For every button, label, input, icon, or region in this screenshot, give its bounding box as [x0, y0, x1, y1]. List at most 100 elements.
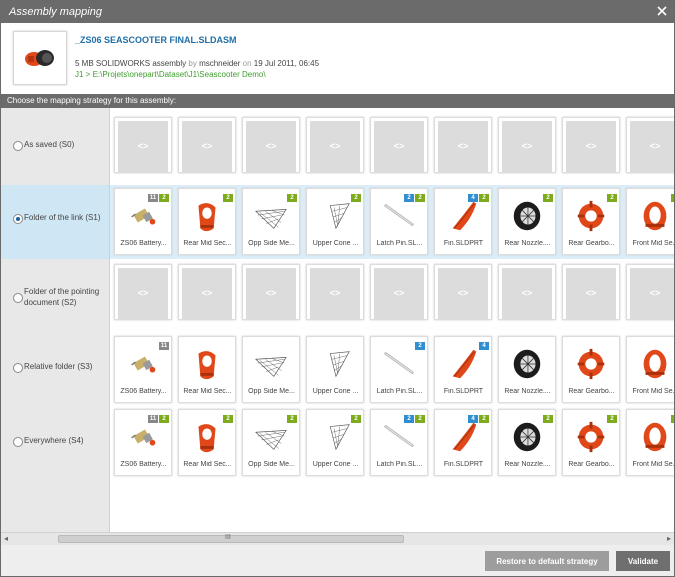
part-card[interactable]: 2 Rear Nozzle.... — [498, 188, 556, 255]
seascooter-assembly-icon — [25, 50, 54, 66]
placeholder-card[interactable]: <> — [626, 264, 674, 320]
part-card[interactable]: 2 Rear Mid Sec... — [178, 409, 236, 476]
rear-mid-section-part-icon — [198, 203, 216, 232]
version-badges: 2 — [350, 191, 361, 202]
part-name: Rear Nozzle.... — [504, 240, 551, 247]
placeholder-card[interactable]: <> — [242, 264, 300, 320]
blue-count-badge: 4 — [468, 194, 478, 202]
grey-count-badge: 11 — [148, 415, 158, 423]
strategy-option-label: As saved (S0) — [24, 140, 75, 149]
part-card[interactable]: Rear Nozzle.... — [498, 336, 556, 403]
part-card[interactable]: 2 Upper Cone ... — [306, 188, 364, 255]
pin-part-icon — [384, 204, 414, 226]
strategy-option-s3[interactable]: Relative folder (S3) — [1, 336, 109, 410]
scroll-right-icon[interactable]: ▸ — [667, 534, 671, 543]
placeholder-glyph: <> — [329, 288, 341, 298]
version-badges: 42 — [467, 412, 489, 423]
restore-default-strategy-button[interactable]: Restore to default strategy — [485, 551, 609, 571]
part-card[interactable]: 4 2 Fin.SLDPRT — [434, 188, 492, 255]
validate-button[interactable]: Validate — [616, 551, 670, 571]
placeholder-card[interactable]: <> — [178, 264, 236, 320]
assembly-path[interactable]: J1 > E:\Projets\onepart\Dataset\J1\Seasc… — [75, 70, 266, 79]
placeholder-card[interactable]: <> — [370, 264, 428, 320]
close-icon[interactable] — [654, 3, 670, 19]
blue-count-badge: 2 — [404, 415, 414, 423]
part-card[interactable]: 11 ZS06 Battery... — [114, 336, 172, 403]
strategy-radio[interactable] — [13, 363, 23, 373]
scrollbar-thumb[interactable]: III — [58, 534, 404, 543]
part-card[interactable]: 2 Opp Side Me... — [242, 409, 300, 476]
horizontal-scrollbar[interactable]: ◂ III ▸ — [1, 532, 674, 545]
placeholder-card[interactable]: <> — [114, 264, 172, 320]
strategy-option-s4[interactable]: Everywhere (S4) — [1, 410, 109, 484]
part-card[interactable]: 2 Front Mid Se... — [626, 188, 674, 255]
placeholder-card[interactable]: <> — [498, 264, 556, 320]
placeholder-card[interactable]: <> — [306, 264, 364, 320]
part-name: Rear Gearbo... — [568, 388, 615, 395]
strategy-option-label: Everywhere (S4) — [24, 436, 84, 445]
empty-thumbnail: <> — [246, 121, 296, 172]
mesh-part-icon — [255, 356, 287, 377]
gearbox-part-icon — [577, 421, 605, 453]
part-card[interactable]: 2 Front Mid Se... — [626, 409, 674, 476]
battery-part-icon — [131, 429, 156, 446]
pin-part-icon — [384, 425, 414, 447]
placeholder-card[interactable]: <> — [626, 117, 674, 173]
part-card[interactable]: 2 Rear Nozzle.... — [498, 409, 556, 476]
part-card[interactable]: 2 Upper Cone ... — [306, 409, 364, 476]
placeholder-card[interactable]: <> — [498, 117, 556, 173]
part-card[interactable]: Upper Cone ... — [306, 336, 364, 403]
part-card[interactable]: 2 Rear Gearbo... — [562, 188, 620, 255]
part-name: ZS06 Battery... — [120, 240, 167, 247]
strategy-option-label: Folder of the link (S1) — [24, 213, 101, 222]
green-count-badge: 2 — [223, 194, 233, 202]
scroll-left-icon[interactable]: ◂ — [4, 534, 8, 543]
strategy-option-s1[interactable]: Folder of the link (S1) — [1, 185, 109, 259]
part-card[interactable]: 4 Fin.SLDPRT — [434, 336, 492, 403]
strategy-option-s0[interactable]: As saved (S0) — [1, 108, 109, 182]
front-mid-section-part-icon — [643, 201, 667, 231]
strategy-radio[interactable] — [13, 437, 23, 447]
part-card[interactable]: 2 2 Latch Pin.SL... — [370, 409, 428, 476]
version-badges: 2 — [542, 191, 553, 202]
part-card[interactable]: 2 Rear Mid Sec... — [178, 188, 236, 255]
part-name: Upper Cone ... — [312, 240, 359, 247]
strategy-radio[interactable] — [13, 293, 23, 303]
placeholder-card[interactable]: <> — [114, 117, 172, 173]
placeholder-card[interactable]: <> — [562, 264, 620, 320]
version-badges: 2 — [670, 191, 674, 202]
part-card[interactable]: Rear Gearbo... — [562, 336, 620, 403]
placeholder-card[interactable]: <> — [370, 117, 428, 173]
strategy-radio-selected[interactable] — [13, 214, 23, 224]
part-card[interactable]: 2 2 Latch Pin.SL... — [370, 188, 428, 255]
green-count-badge: 2 — [351, 194, 361, 202]
part-card[interactable]: 2 Latch Pin.SL... — [370, 336, 428, 403]
placeholder-card[interactable]: <> — [434, 117, 492, 173]
strategy-radio[interactable] — [13, 141, 23, 151]
placeholder-card[interactable]: <> — [242, 117, 300, 173]
part-card[interactable]: Rear Mid Sec... — [178, 336, 236, 403]
strategy-option-s2[interactable]: Folder of the pointing document (S2) — [1, 262, 109, 336]
green-count-badge: 2 — [479, 415, 489, 423]
empty-thumbnail: <> — [630, 121, 674, 172]
green-count-badge: 2 — [415, 194, 425, 202]
assembly-name[interactable]: _ZS06 SEASCOOTER FINAL.SLDASM — [75, 35, 237, 45]
part-card[interactable]: 4 2 Fin.SLDPRT — [434, 409, 492, 476]
assembly-date: 19 Jul 2011, 06:45 — [253, 59, 320, 68]
green-count-badge: 2 — [415, 415, 425, 423]
part-card[interactable]: Front Mid Se... — [626, 336, 674, 403]
part-card[interactable]: 2 Opp Side Me... — [242, 188, 300, 255]
placeholder-glyph: <> — [649, 141, 661, 151]
version-badges: 11 2 — [147, 191, 169, 202]
placeholder-glyph: <> — [265, 288, 277, 298]
green-count-badge: 2 — [287, 194, 297, 202]
part-card[interactable]: 2 Rear Gearbo... — [562, 409, 620, 476]
part-card[interactable]: 11 2 ZS06 Battery... — [114, 409, 172, 476]
part-card[interactable]: Opp Side Me... — [242, 336, 300, 403]
placeholder-card[interactable]: <> — [434, 264, 492, 320]
placeholder-card[interactable]: <> — [562, 117, 620, 173]
nozzle-part-icon — [513, 349, 541, 379]
part-card[interactable]: 11 2 ZS06 Battery... — [114, 188, 172, 255]
placeholder-card[interactable]: <> — [306, 117, 364, 173]
placeholder-card[interactable]: <> — [178, 117, 236, 173]
